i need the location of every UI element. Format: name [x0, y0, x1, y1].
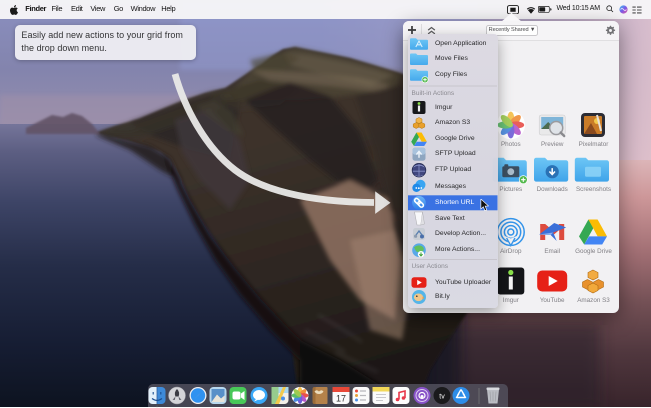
svg-text:tv: tv	[439, 393, 445, 400]
svg-text:17: 17	[336, 393, 346, 403]
